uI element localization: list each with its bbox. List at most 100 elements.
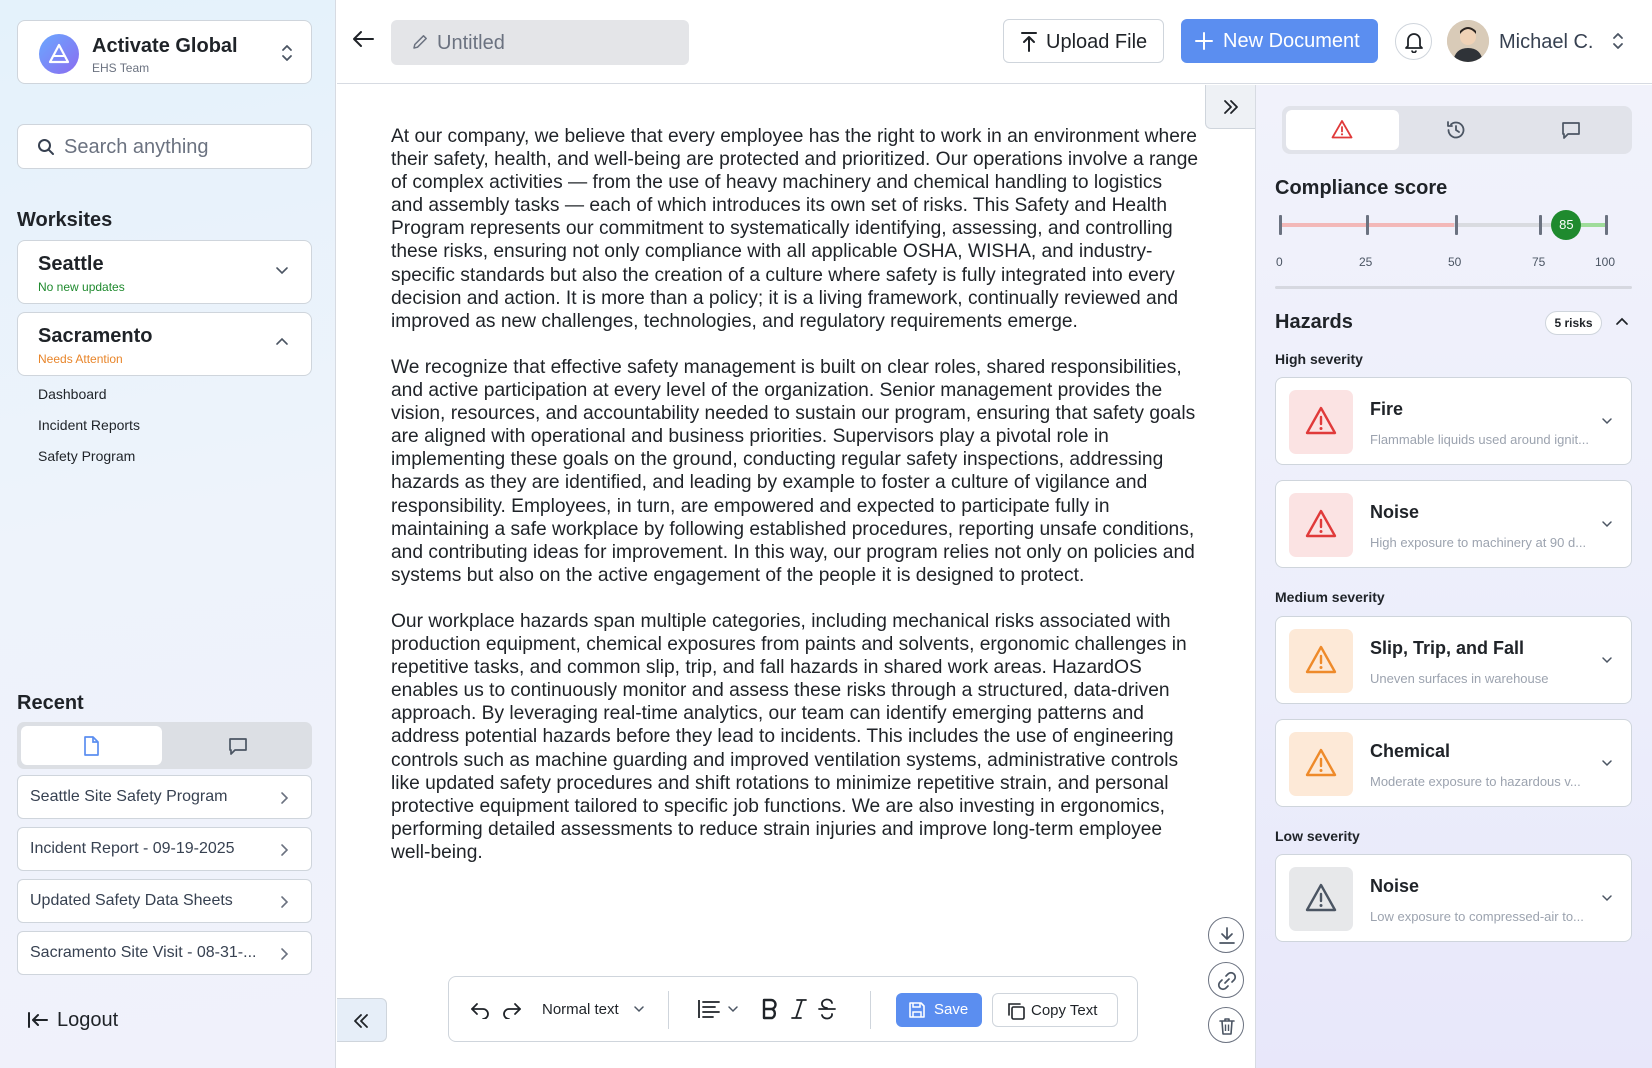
hazard-name: Slip, Trip, and Fall bbox=[1370, 638, 1525, 658]
chevron-down-icon bbox=[728, 1006, 738, 1013]
chevron-updown-icon[interactable] bbox=[1612, 31, 1624, 51]
chevron-down-icon bbox=[1602, 895, 1612, 902]
document-paragraph: At our company, we believe that every em… bbox=[391, 126, 1199, 332]
recent-item[interactable]: Seattle Site Safety Program bbox=[17, 775, 312, 819]
tab-recent-documents[interactable] bbox=[21, 726, 162, 765]
recent-item-label: Seattle Site Safety Program bbox=[30, 788, 228, 805]
chevron-down-icon bbox=[1602, 760, 1612, 767]
document-body[interactable]: At our company, we believe that every em… bbox=[391, 125, 1199, 887]
document-title-input[interactable] bbox=[437, 31, 667, 55]
collapse-sidebar-button[interactable] bbox=[337, 998, 387, 1042]
bold-icon[interactable] bbox=[761, 998, 779, 1020]
undo-icon[interactable] bbox=[469, 999, 491, 1019]
hazard-description: Uneven surfaces in warehouse bbox=[1370, 671, 1549, 686]
hazard-card[interactable]: Chemical Moderate exposure to hazardous … bbox=[1275, 719, 1632, 807]
hazard-icon-box bbox=[1289, 390, 1353, 454]
toolbar-divider bbox=[870, 991, 871, 1029]
document-editor[interactable]: At our company, we believe that every em… bbox=[337, 85, 1255, 1068]
strikethrough-icon[interactable] bbox=[817, 998, 837, 1020]
hazard-icon-box bbox=[1289, 867, 1353, 931]
recent-item-label: Sacramento Site Visit - 08-31-... bbox=[30, 944, 257, 961]
severity-label-medium: Medium severity bbox=[1275, 589, 1385, 605]
hazard-name: Fire bbox=[1370, 399, 1404, 419]
hazard-card[interactable]: Noise High exposure to machinery at 90 d… bbox=[1275, 480, 1632, 568]
hazard-name: Noise bbox=[1370, 502, 1420, 522]
warning-icon bbox=[1305, 406, 1337, 435]
hazard-card[interactable]: Slip, Trip, and Fall Uneven surfaces in … bbox=[1275, 616, 1632, 704]
chevron-up-icon[interactable] bbox=[1615, 317, 1629, 327]
double-chevron-left-icon bbox=[354, 1014, 368, 1028]
chevron-right-icon bbox=[281, 896, 289, 908]
save-icon bbox=[909, 1002, 925, 1018]
worksite-name: Sacramento bbox=[38, 325, 153, 347]
hazard-card[interactable]: Fire Flammable liquids used around ignit… bbox=[1275, 377, 1632, 465]
warning-icon bbox=[1305, 509, 1337, 538]
upload-file-button[interactable]: Upload File bbox=[1003, 19, 1164, 63]
hazard-icon-box bbox=[1289, 732, 1353, 796]
recent-item[interactable]: Updated Safety Data Sheets bbox=[17, 879, 312, 923]
worksite-seattle[interactable]: Seattle No new updates bbox=[17, 240, 312, 304]
document-icon bbox=[84, 736, 99, 756]
chevron-up-icon bbox=[276, 337, 288, 345]
severity-label-low: Low severity bbox=[1275, 828, 1360, 844]
tab-history[interactable] bbox=[1400, 110, 1513, 150]
user-name[interactable]: Michael C. bbox=[1499, 31, 1593, 54]
text-style-select[interactable]: Normal text bbox=[542, 1001, 619, 1018]
trash-icon bbox=[1219, 1018, 1235, 1035]
toolbar-divider bbox=[668, 991, 669, 1029]
align-left-icon[interactable] bbox=[697, 998, 721, 1020]
score-tick bbox=[1539, 215, 1542, 235]
recent-item[interactable]: Sacramento Site Visit - 08-31-... bbox=[17, 931, 312, 975]
download-icon bbox=[1219, 927, 1235, 944]
link-button[interactable] bbox=[1208, 962, 1244, 998]
back-arrow-icon[interactable] bbox=[351, 28, 375, 50]
recent-tabs bbox=[17, 722, 312, 769]
hazard-icon-box bbox=[1289, 493, 1353, 557]
recent-title: Recent bbox=[17, 692, 84, 714]
chevron-down-icon bbox=[1602, 418, 1612, 425]
recent-item[interactable]: Incident Report - 09-19-2025 bbox=[17, 827, 312, 871]
nav-incident-reports[interactable]: Incident Reports bbox=[38, 417, 140, 433]
nav-safety-program[interactable]: Safety Program bbox=[38, 448, 135, 464]
new-document-button[interactable]: New Document bbox=[1181, 19, 1378, 63]
redo-icon[interactable] bbox=[501, 999, 523, 1019]
recent-item-label: Incident Report - 09-19-2025 bbox=[30, 840, 235, 857]
nav-dashboard[interactable]: Dashboard bbox=[38, 386, 107, 402]
tab-recent-chats[interactable] bbox=[167, 726, 308, 765]
hazard-card[interactable]: Noise Low exposure to compressed-air to.… bbox=[1275, 854, 1632, 942]
worksite-name: Seattle bbox=[38, 253, 104, 275]
avatar[interactable] bbox=[1447, 20, 1489, 62]
recent-item-label: Updated Safety Data Sheets bbox=[30, 892, 233, 909]
copy-text-button[interactable]: Copy Text bbox=[992, 993, 1118, 1027]
top-bar: Upload File New Document Michael C. bbox=[337, 0, 1652, 84]
compliance-score-title: Compliance score bbox=[1275, 177, 1448, 199]
italic-icon[interactable] bbox=[790, 998, 808, 1020]
warning-icon bbox=[1331, 120, 1353, 139]
history-icon bbox=[1447, 121, 1465, 139]
delete-button[interactable] bbox=[1208, 1007, 1244, 1043]
chevron-right-icon bbox=[281, 792, 289, 804]
worksite-status: Needs Attention bbox=[38, 352, 123, 366]
new-document-label: New Document bbox=[1223, 30, 1360, 52]
warning-icon bbox=[1305, 748, 1337, 777]
score-tick bbox=[1455, 215, 1458, 235]
save-button[interactable]: Save bbox=[896, 993, 982, 1027]
tab-comments[interactable] bbox=[1515, 110, 1628, 150]
chevron-updown-icon bbox=[282, 45, 292, 61]
download-button[interactable] bbox=[1208, 917, 1244, 953]
right-panel: Compliance score 85 0 25 50 75 100 Hazar… bbox=[1255, 85, 1652, 1068]
warning-icon bbox=[1305, 645, 1337, 674]
org-switcher[interactable]: Activate Global EHS Team bbox=[17, 20, 312, 84]
formatting-toolbar: Normal text Save Copy Text bbox=[448, 976, 1138, 1042]
hazard-name: Chemical bbox=[1370, 741, 1451, 761]
search-input[interactable] bbox=[64, 135, 294, 159]
tab-hazards[interactable] bbox=[1286, 110, 1399, 150]
collapse-panel-button[interactable] bbox=[1205, 85, 1255, 129]
link-icon bbox=[1217, 971, 1237, 991]
worksite-sacramento[interactable]: Sacramento Needs Attention bbox=[17, 312, 312, 376]
score-tick-label: 25 bbox=[1359, 255, 1373, 269]
notifications-button[interactable] bbox=[1395, 23, 1432, 60]
hazard-description: Flammable liquids used around ignit... bbox=[1370, 432, 1589, 447]
search-icon bbox=[38, 139, 54, 155]
search-box bbox=[17, 124, 312, 169]
